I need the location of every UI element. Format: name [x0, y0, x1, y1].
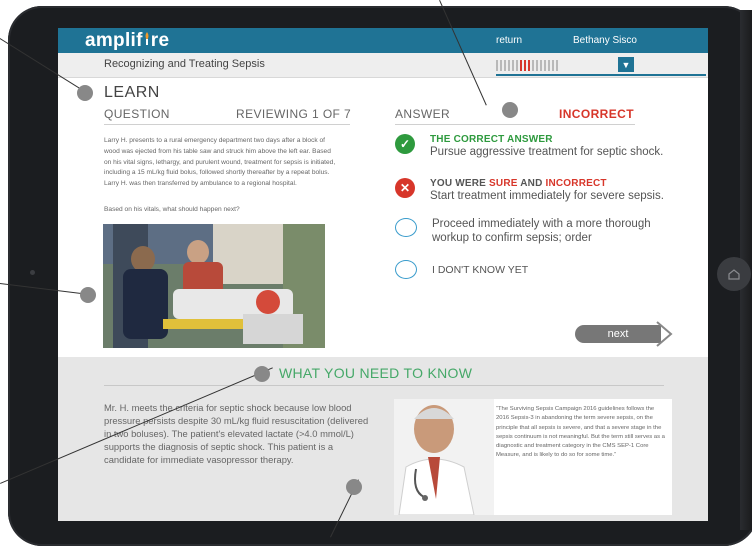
correct-answer-label: THE CORRECT ANSWER [430, 134, 553, 145]
app-header: amplif re return Bethany Sisco [58, 28, 708, 53]
app-logo[interactable]: amplif re [85, 30, 169, 52]
callout-dot-quote [346, 479, 362, 495]
home-button[interactable] [717, 257, 751, 291]
callout-dot-answer [502, 102, 518, 118]
radio-circle-icon[interactable] [395, 260, 417, 279]
expert-quote-card: “The Surviving Sepsis Campaign 2016 guid… [394, 399, 672, 515]
need-to-know-heading: WHAT YOU NEED TO KNOW [279, 365, 473, 381]
answer-divider [395, 124, 635, 125]
correct-answer-text: Pursue aggressive treatment for septic s… [430, 146, 664, 158]
question-header: QUESTION [104, 107, 170, 121]
return-link[interactable]: return [496, 35, 522, 46]
answer-header: ANSWER [395, 107, 451, 121]
chevron-right-icon[interactable] [651, 319, 679, 349]
wrong-label-and: AND [517, 178, 546, 189]
progress-tick [548, 59, 550, 71]
progress-tick [528, 59, 530, 71]
progress-tick [536, 59, 538, 71]
progress-tick [540, 59, 542, 71]
wrong-label-prefix: YOU WERE [430, 178, 490, 189]
answer-option-3[interactable]: Proceed immediately with a more thorough… [395, 218, 662, 245]
progress-tick [544, 59, 546, 71]
progress-underline [496, 74, 706, 76]
x-mark-icon: ✕ [395, 178, 415, 198]
progress-tick [496, 59, 498, 71]
wrong-label-incorrect: INCORRECT [545, 178, 607, 189]
answer-status: INCORRECT [559, 107, 634, 121]
need-to-know-divider [104, 385, 664, 386]
reviewing-count: REVIEWING 1 OF 7 [236, 107, 352, 121]
chevron-down-icon: ▼ [621, 59, 631, 70]
checkmark-icon: ✓ [395, 134, 415, 154]
option-3-text: Proceed immediately with a more thorough… [432, 218, 651, 244]
explanation-text: Mr. H. meets the criteria for septic sho… [104, 402, 369, 465]
patient-photo [103, 224, 325, 348]
progress-tick [524, 59, 526, 71]
answer-option-dont-know[interactable]: I DON'T KNOW YET [395, 260, 528, 279]
app-screen: amplif re return Bethany Sisco Recognizin… [58, 28, 708, 521]
callout-dot-need [254, 366, 270, 382]
progress-tick [512, 59, 514, 71]
question-divider [104, 124, 350, 125]
radio-circle-icon[interactable] [395, 218, 417, 237]
next-button[interactable]: next [575, 325, 661, 343]
progress-tick [516, 59, 518, 71]
wrong-answer-text: Start treatment immediately for severe s… [430, 190, 664, 202]
callout-dot-photo [80, 287, 96, 303]
course-title: Recognizing and Treating Sepsis [104, 58, 265, 70]
logo-flame-icon [143, 30, 151, 52]
progress-tick [520, 59, 522, 71]
progress-tick [556, 59, 558, 71]
question-prompt: Based on his vitals, what should happen … [104, 206, 240, 213]
progress-dropdown[interactable]: ▼ [618, 57, 634, 72]
wrong-label-sure: SURE [489, 178, 518, 189]
callout-dot-learn [77, 85, 93, 101]
progress-tick [532, 59, 534, 71]
progress-tick [500, 59, 502, 71]
expert-quote-text: “The Surviving Sepsis Campaign 2016 guid… [496, 406, 665, 459]
front-camera [30, 270, 35, 275]
home-icon [728, 269, 740, 280]
progress-tick [552, 59, 554, 71]
progress-meter [496, 59, 596, 71]
need-to-know-panel: WHAT YOU NEED TO KNOW Mr. H. meets the c… [58, 357, 708, 521]
doctor-photo [394, 399, 494, 515]
progress-tick [508, 59, 510, 71]
answer-selected-wrong: ✕ YOU WERE SURE AND INCORRECT Start trea… [395, 178, 664, 203]
learn-heading: LEARN [104, 84, 160, 101]
answer-correct: ✓ THE CORRECT ANSWER Pursue aggressive t… [395, 134, 663, 159]
option-dont-know-text: I DON'T KNOW YET [432, 264, 529, 276]
user-name[interactable]: Bethany Sisco [573, 35, 637, 46]
progress-tick [504, 59, 506, 71]
question-text: Larry H. presents to a rural emergency d… [104, 137, 336, 188]
